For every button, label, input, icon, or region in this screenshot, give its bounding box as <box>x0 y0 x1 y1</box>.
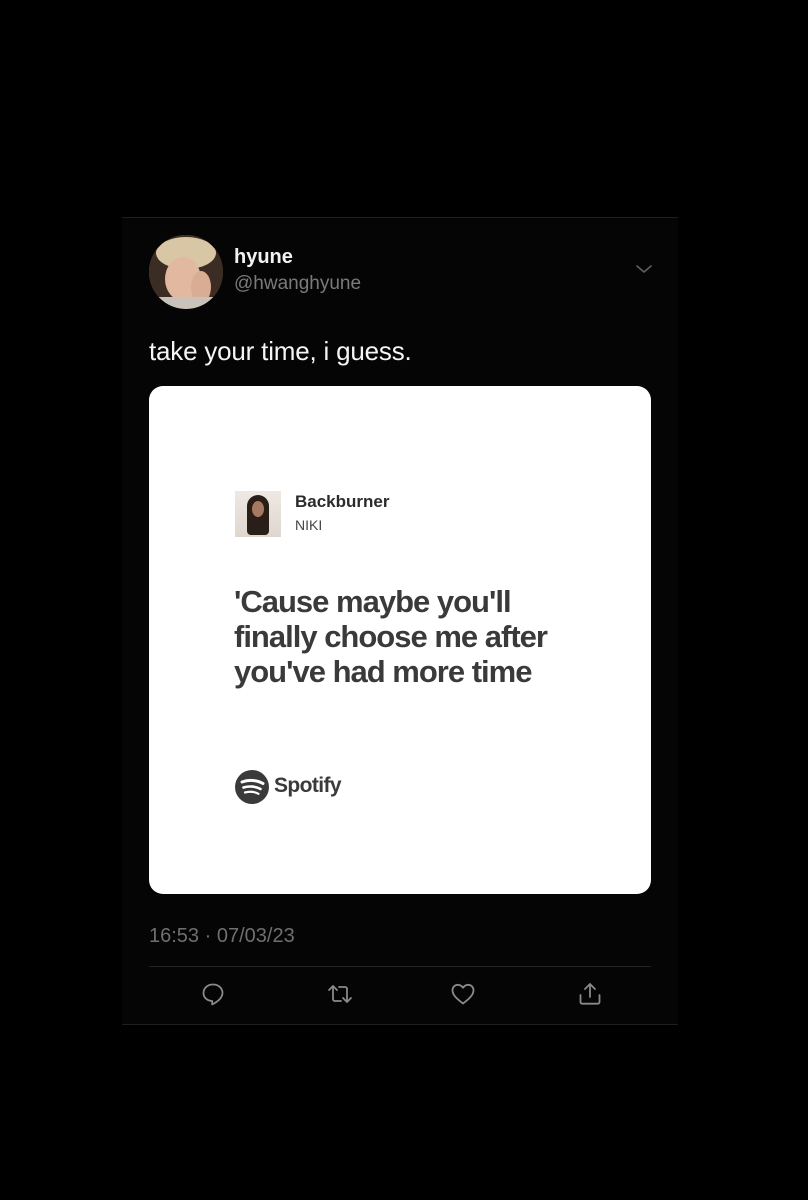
action-bar <box>149 978 651 1014</box>
media-card[interactable]: Backburner NIKI 'Cause maybe you'll fina… <box>149 386 651 894</box>
spotify-wordmark: Spotify <box>274 774 342 797</box>
tweet-text: take your time, i guess. <box>149 336 412 366</box>
tweet-timestamp: 16:53 · 07/03/23 <box>149 925 295 948</box>
tweet-time: 16:53 <box>149 925 200 947</box>
song-artist: NIKI <box>295 517 323 533</box>
retweet-icon[interactable] <box>326 980 354 1008</box>
album-cover <box>235 491 281 537</box>
song-title: Backburner <box>295 492 390 511</box>
avatar-image <box>149 235 223 309</box>
share-icon[interactable] <box>576 980 604 1008</box>
reply-icon[interactable] <box>199 980 227 1008</box>
user-handle[interactable]: @hwanghyune <box>234 273 361 295</box>
lyrics-text: 'Cause maybe you'll finally choose me af… <box>234 584 548 689</box>
spotify-icon <box>234 769 270 805</box>
heart-icon[interactable] <box>449 980 477 1008</box>
timestamp-separator: · <box>204 925 212 947</box>
chevron-down-icon[interactable] <box>634 262 654 276</box>
avatar[interactable] <box>149 235 223 309</box>
divider <box>149 966 651 967</box>
display-name[interactable]: hyune <box>234 246 293 269</box>
tweet-date: 07/03/23 <box>216 925 295 947</box>
tweet: hyune @hwanghyune take your time, i gues… <box>122 217 678 1025</box>
